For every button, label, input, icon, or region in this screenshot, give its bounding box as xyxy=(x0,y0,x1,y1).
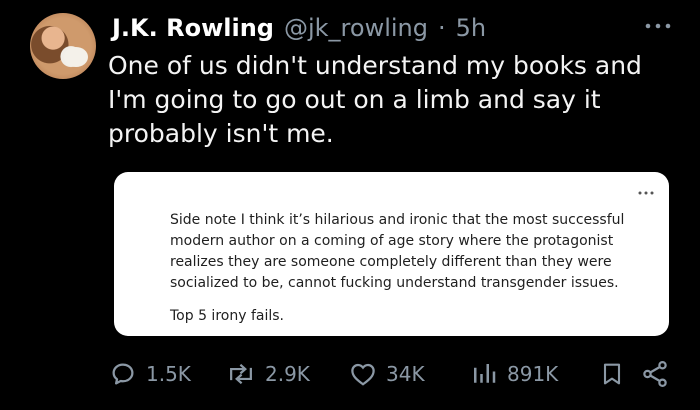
dog-photo-detail xyxy=(64,47,88,67)
heart-icon xyxy=(351,363,375,386)
views-button[interactable]: 891K xyxy=(469,354,558,394)
like-count: 34K xyxy=(386,362,425,386)
analytics-icon xyxy=(474,364,496,383)
tweet-time[interactable]: 5h xyxy=(456,14,486,42)
reply-button[interactable]: 1.5K xyxy=(108,354,191,394)
author-handle[interactable]: @jk_rowling xyxy=(284,14,428,42)
view-count: 891K xyxy=(507,362,559,386)
more-icon[interactable] xyxy=(644,18,672,34)
share-icon xyxy=(643,361,667,387)
repost-button[interactable]: 2.9K xyxy=(225,354,310,394)
tweet-text: One of us didn't understand my books and… xyxy=(108,51,642,148)
share-button[interactable] xyxy=(640,354,670,394)
reply-count: 1.5K xyxy=(146,362,191,386)
repost-icon xyxy=(230,363,252,385)
like-button[interactable]: 34K xyxy=(348,354,425,394)
quoted-post-text: Side note I think it’s hilarious and iro… xyxy=(170,212,625,291)
repost-count: 2.9K xyxy=(265,362,310,386)
action-bar: 1.5K 2.9K 34K 891K xyxy=(108,354,680,394)
bookmark-icon xyxy=(603,363,621,385)
bookmark-button[interactable] xyxy=(598,354,626,394)
reply-icon xyxy=(112,363,134,385)
card-more-icon xyxy=(638,191,654,195)
quoted-post-footer: Top 5 irony fails. xyxy=(170,308,284,324)
tweet-header: J.K. Rowling @jk_rowling · 5h xyxy=(112,14,486,42)
header-separator: · xyxy=(437,14,446,42)
quoted-image-card[interactable]: Side note I think it’s hilarious and iro… xyxy=(114,172,669,336)
avatar[interactable] xyxy=(30,13,96,79)
author-name[interactable]: J.K. Rowling xyxy=(112,14,274,42)
